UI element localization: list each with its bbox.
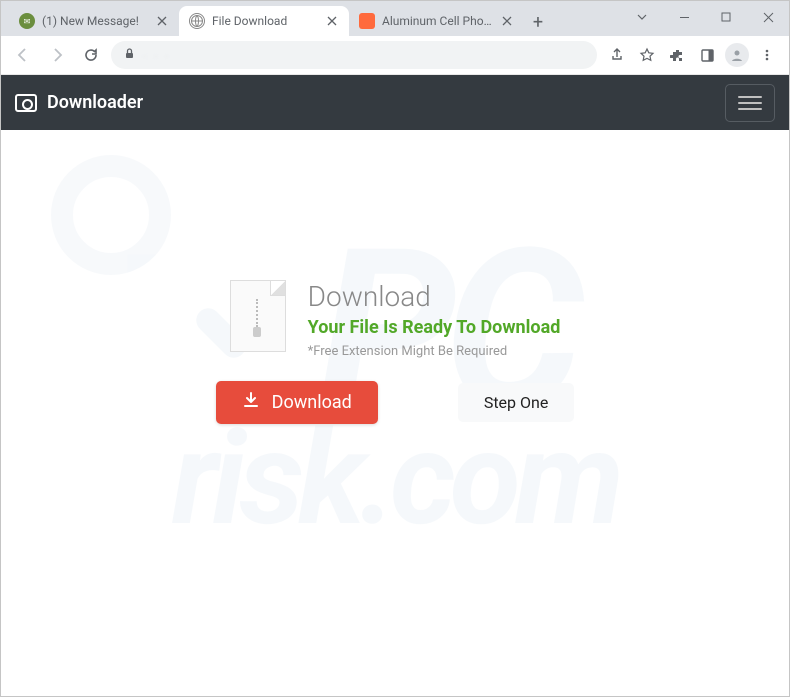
download-heading: Download bbox=[308, 280, 561, 313]
address-bar[interactable]: . . . bbox=[111, 41, 597, 69]
browser-tab-2[interactable]: Aluminum Cell Phone H bbox=[349, 6, 524, 36]
globe-icon bbox=[189, 13, 205, 29]
button-row: Download Step One bbox=[216, 381, 575, 424]
share-icon[interactable] bbox=[603, 41, 631, 69]
maximize-button[interactable] bbox=[705, 3, 747, 31]
menu-dots-icon[interactable] bbox=[753, 41, 781, 69]
browser-tab-1-active[interactable]: File Download bbox=[179, 6, 349, 36]
dropdown-icon[interactable] bbox=[621, 3, 663, 31]
brand[interactable]: Downloader bbox=[15, 92, 143, 113]
page-content: PC risk.com Downloader Download Your Fil… bbox=[1, 75, 789, 696]
browser-tab-0[interactable]: ✉ (1) New Message! bbox=[9, 6, 179, 36]
back-button[interactable] bbox=[9, 41, 37, 69]
profile-avatar[interactable] bbox=[723, 41, 751, 69]
favicon-icon bbox=[359, 13, 375, 29]
site-header: Downloader bbox=[1, 75, 789, 130]
close-window-button[interactable] bbox=[747, 3, 789, 31]
extensions-icon[interactable] bbox=[663, 41, 691, 69]
close-icon[interactable] bbox=[325, 14, 339, 28]
window-controls bbox=[621, 3, 789, 31]
download-button[interactable]: Download bbox=[216, 381, 378, 424]
close-icon[interactable] bbox=[155, 14, 169, 28]
side-panel-icon[interactable] bbox=[693, 41, 721, 69]
download-icon bbox=[242, 391, 260, 414]
file-text: Download Your File Is Ready To Download … bbox=[308, 280, 561, 359]
step-one-button[interactable]: Step One bbox=[458, 383, 575, 422]
file-info-block: Download Your File Is Ready To Download … bbox=[230, 280, 561, 359]
hamburger-menu-button[interactable] bbox=[725, 84, 775, 122]
browser-titlebar: ✉ (1) New Message! File Download Aluminu… bbox=[1, 1, 789, 36]
ready-message: Your File Is Ready To Download bbox=[308, 317, 561, 338]
tab-title: (1) New Message! bbox=[42, 14, 148, 28]
camera-icon bbox=[15, 94, 37, 112]
tab-title: Aluminum Cell Phone H bbox=[382, 14, 493, 28]
tab-strip: ✉ (1) New Message! File Download Aluminu… bbox=[1, 1, 552, 36]
tab-title: File Download bbox=[212, 14, 318, 28]
minimize-button[interactable] bbox=[663, 3, 705, 31]
extension-note: *Free Extension Might Be Required bbox=[308, 344, 561, 359]
download-button-label: Download bbox=[272, 392, 352, 413]
step-button-label: Step One bbox=[484, 393, 549, 412]
url-text: . . . bbox=[144, 50, 171, 60]
forward-button[interactable] bbox=[43, 41, 71, 69]
lock-icon bbox=[123, 47, 136, 64]
reload-button[interactable] bbox=[77, 41, 105, 69]
favicon-icon: ✉ bbox=[19, 13, 35, 29]
new-tab-button[interactable]: + bbox=[524, 8, 552, 36]
brand-title: Downloader bbox=[47, 92, 143, 113]
bookmark-star-icon[interactable] bbox=[633, 41, 661, 69]
zip-file-icon bbox=[230, 280, 286, 352]
close-icon[interactable] bbox=[500, 14, 514, 28]
browser-toolbar: . . . bbox=[1, 36, 789, 75]
main-content: Download Your File Is Ready To Download … bbox=[1, 130, 789, 424]
